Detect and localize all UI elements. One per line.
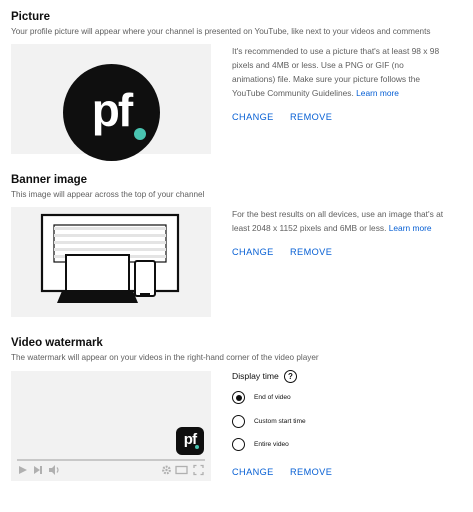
watermark-change-button[interactable]: CHANGE <box>232 467 274 477</box>
theater-mode-icon <box>175 465 188 475</box>
fullscreen-icon <box>193 464 204 476</box>
radio-entire-video[interactable] <box>232 438 245 451</box>
picture-info-line: pixels and 4MB or less. Use a PNG or GIF… <box>232 60 404 70</box>
profile-avatar: pf <box>63 64 160 161</box>
banner-info-line: For the best results on all devices, use… <box>232 209 444 219</box>
help-icon[interactable]: ? <box>284 370 297 383</box>
watermark-logo-text: pf <box>183 431 197 448</box>
picture-info: It's recommended to use a picture that's… <box>232 44 462 100</box>
watermark-remove-button[interactable]: REMOVE <box>290 467 332 477</box>
next-icon <box>34 466 42 474</box>
radio-end-of-video[interactable] <box>232 391 245 404</box>
picture-info-line: It's recommended to use a picture that's… <box>232 46 440 56</box>
banner-change-button[interactable]: CHANGE <box>232 247 274 257</box>
picture-remove-button[interactable]: REMOVE <box>290 112 332 122</box>
banner-remove-button[interactable]: REMOVE <box>290 247 332 257</box>
radio-custom-start-time[interactable] <box>232 415 245 428</box>
avatar-logo-dot <box>134 128 146 140</box>
radio-label-custom-start-time: Custom start time <box>254 418 306 425</box>
player-controls <box>11 464 211 480</box>
picture-info-line: animations) file. Make sure your picture… <box>232 74 421 84</box>
settings-gear-icon <box>162 465 171 475</box>
display-time-label: Display time <box>232 371 279 381</box>
picture-learn-more-link[interactable]: Learn more <box>356 88 399 98</box>
picture-info-text: YouTube Community Guidelines. <box>232 88 354 98</box>
picture-info-line: YouTube Community Guidelines. Learn more <box>232 86 462 100</box>
avatar-logo-text: pf <box>91 84 133 136</box>
play-icon <box>19 466 27 474</box>
banner-info-text: least 2048 x 1152 pixels and 6MB or less… <box>232 223 387 233</box>
volume-icon <box>49 465 59 475</box>
banner-learn-more-link[interactable]: Learn more <box>389 223 432 233</box>
radio-label-entire-video: Entire video <box>254 441 289 448</box>
picture-section-title: Picture <box>11 11 50 23</box>
picture-change-button[interactable]: CHANGE <box>232 112 274 122</box>
video-player-preview: pf <box>11 371 211 481</box>
banner-section-description: This image will appear across the top of… <box>11 190 205 199</box>
watermark-section-title: Video watermark <box>11 337 103 349</box>
picture-section-description: Your profile picture will appear where y… <box>11 27 431 36</box>
devices-illustration-icon <box>40 213 180 303</box>
radio-label-end-of-video: End of video <box>254 394 291 401</box>
banner-preview <box>11 207 211 317</box>
watermark-section-description: The watermark will appear on your videos… <box>11 353 319 362</box>
picture-preview: pf <box>11 44 211 161</box>
banner-section-title: Banner image <box>11 174 88 186</box>
video-progress-bar <box>17 459 205 461</box>
watermark-logo: pf <box>176 427 204 455</box>
banner-info-line: least 2048 x 1152 pixels and 6MB or less… <box>232 221 462 235</box>
watermark-logo-dot <box>195 445 199 449</box>
banner-info: For the best results on all devices, use… <box>232 207 462 235</box>
